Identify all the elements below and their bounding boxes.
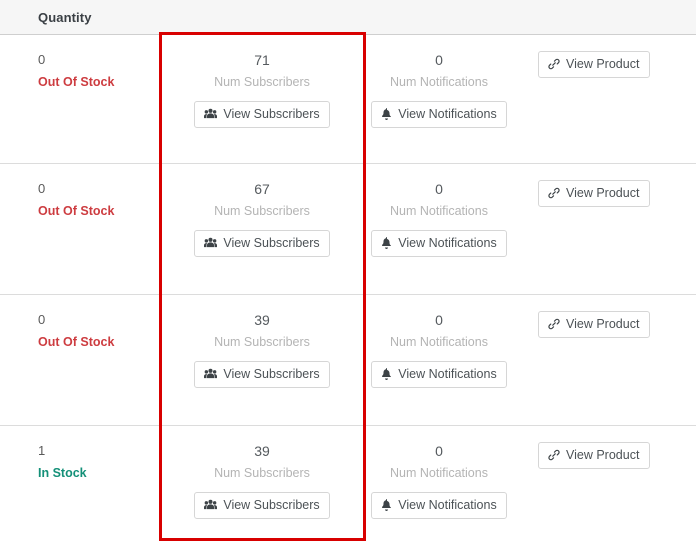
num-subscribers-label: Num Subscribers: [214, 335, 310, 349]
view-product-label: View Product: [566, 186, 640, 200]
users-icon: [204, 237, 218, 249]
quantity-value: 0: [38, 312, 46, 327]
view-product-button[interactable]: View Product: [538, 51, 651, 78]
quantity-value: 0: [38, 52, 46, 67]
product-action-cell: View Product: [513, 426, 696, 541]
quantity-value: 1: [38, 443, 46, 458]
bell-icon: [381, 237, 392, 249]
num-subscribers-value: 39: [254, 312, 270, 328]
table-row: 0 Out Of Stock 71 Num Subscribers View S…: [0, 35, 696, 164]
view-subscribers-label: View Subscribers: [223, 107, 320, 121]
num-notifications-label: Num Notifications: [390, 466, 488, 480]
num-notifications-label: Num Notifications: [390, 75, 488, 89]
num-notifications-value: 0: [435, 181, 443, 197]
view-product-button[interactable]: View Product: [538, 180, 651, 207]
view-notifications-label: View Notifications: [398, 367, 497, 381]
view-product-button[interactable]: View Product: [538, 442, 651, 469]
users-icon: [204, 108, 218, 120]
view-subscribers-label: View Subscribers: [223, 367, 320, 381]
quantity-cell: 0 Out Of Stock: [0, 295, 159, 425]
subscribers-cell: 39 Num Subscribers View Subscribers: [159, 426, 365, 541]
num-subscribers-label: Num Subscribers: [214, 466, 310, 480]
table-row: 0 Out Of Stock 67 Num Subscribers View S…: [0, 164, 696, 295]
num-notifications-label: Num Notifications: [390, 204, 488, 218]
subscribers-cell: 71 Num Subscribers View Subscribers: [159, 35, 365, 163]
subscribers-cell: 67 Num Subscribers View Subscribers: [159, 164, 365, 294]
table-body: 0 Out Of Stock 71 Num Subscribers View S…: [0, 35, 696, 541]
notifications-cell: 0 Num Notifications View Notifications: [365, 164, 513, 294]
num-subscribers-value: 67: [254, 181, 270, 197]
notifications-cell: 0 Num Notifications View Notifications: [365, 35, 513, 163]
table-row: 0 Out Of Stock 39 Num Subscribers View S…: [0, 295, 696, 426]
link-icon: [548, 318, 560, 330]
view-notifications-button[interactable]: View Notifications: [371, 492, 507, 519]
table-row: 1 In Stock 39 Num Subscribers View Subsc…: [0, 426, 696, 541]
num-notifications-value: 0: [435, 443, 443, 459]
quantity-value: 0: [38, 181, 46, 196]
view-product-button[interactable]: View Product: [538, 311, 651, 338]
view-notifications-label: View Notifications: [398, 236, 497, 250]
num-notifications-value: 0: [435, 52, 443, 68]
users-icon: [204, 499, 218, 511]
notifications-cell: 0 Num Notifications View Notifications: [365, 295, 513, 425]
link-icon: [548, 187, 560, 199]
view-subscribers-button[interactable]: View Subscribers: [194, 230, 330, 257]
quantity-cell: 0 Out Of Stock: [0, 35, 159, 163]
notifications-cell: 0 Num Notifications View Notifications: [365, 426, 513, 541]
stock-status-badge: Out Of Stock: [38, 204, 115, 218]
num-subscribers-value: 71: [254, 52, 270, 68]
column-header-quantity: Quantity: [38, 9, 92, 25]
table-header-row: Quantity: [0, 0, 696, 35]
product-action-cell: View Product: [513, 295, 696, 425]
view-subscribers-button[interactable]: View Subscribers: [194, 361, 330, 388]
view-product-label: View Product: [566, 317, 640, 331]
users-icon: [204, 368, 218, 380]
products-table: Quantity 0 Out Of Stock 71 Num Subscribe…: [0, 0, 696, 554]
view-notifications-label: View Notifications: [398, 107, 497, 121]
product-action-cell: View Product: [513, 35, 696, 163]
num-notifications-label: Num Notifications: [390, 335, 488, 349]
num-subscribers-label: Num Subscribers: [214, 75, 310, 89]
product-action-cell: View Product: [513, 164, 696, 294]
subscribers-cell: 39 Num Subscribers View Subscribers: [159, 295, 365, 425]
view-notifications-label: View Notifications: [398, 498, 497, 512]
bell-icon: [381, 108, 392, 120]
view-product-label: View Product: [566, 448, 640, 462]
view-subscribers-label: View Subscribers: [223, 236, 320, 250]
view-notifications-button[interactable]: View Notifications: [371, 230, 507, 257]
view-subscribers-button[interactable]: View Subscribers: [194, 101, 330, 128]
stock-status-badge: Out Of Stock: [38, 75, 115, 89]
stock-status-badge: Out Of Stock: [38, 335, 115, 349]
quantity-cell: 1 In Stock: [0, 426, 159, 541]
view-product-label: View Product: [566, 57, 640, 71]
num-subscribers-label: Num Subscribers: [214, 204, 310, 218]
quantity-cell: 0 Out Of Stock: [0, 164, 159, 294]
link-icon: [548, 449, 560, 461]
view-notifications-button[interactable]: View Notifications: [371, 361, 507, 388]
link-icon: [548, 58, 560, 70]
num-notifications-value: 0: [435, 312, 443, 328]
bell-icon: [381, 368, 392, 380]
view-subscribers-button[interactable]: View Subscribers: [194, 492, 330, 519]
stock-status-badge: In Stock: [38, 466, 87, 480]
num-subscribers-value: 39: [254, 443, 270, 459]
view-notifications-button[interactable]: View Notifications: [371, 101, 507, 128]
bell-icon: [381, 499, 392, 511]
view-subscribers-label: View Subscribers: [223, 498, 320, 512]
